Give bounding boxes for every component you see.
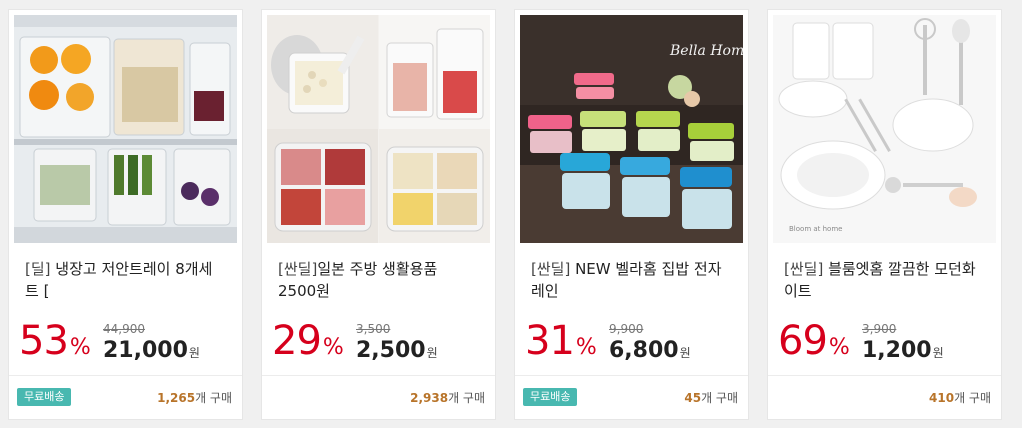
sale-price: 2,500원 xyxy=(356,338,438,363)
sale-price: 21,000원 xyxy=(103,338,200,363)
product-card[interactable]: [싼딜]일본 주방 생활용품 2500원 29% 3,500 2,500원 2,… xyxy=(261,9,496,420)
brand-logo: Bella Home xyxy=(669,43,743,59)
sale-price: 6,800원 xyxy=(609,338,691,363)
product-title[interactable]: [싼딜] NEW 벨라홈 집밥 전자레인 xyxy=(531,258,731,302)
original-price: 3,500 xyxy=(356,322,391,336)
discount-rate: 29% xyxy=(272,318,344,364)
original-price: 9,900 xyxy=(609,322,644,336)
price-box: 31% 9,900 6,800원 xyxy=(525,313,745,373)
deal-tag: [싼딜] xyxy=(784,260,824,278)
price-box: 29% 3,500 2,500원 xyxy=(272,313,492,373)
card-footer: 무료배송 1,265개 구매 xyxy=(9,375,242,419)
product-title[interactable]: [싼딜] 블룸엣홈 깔끔한 모던화이트 xyxy=(784,258,984,302)
product-image[interactable]: Bella Home xyxy=(520,15,743,243)
original-price: 44,900 xyxy=(103,322,145,336)
original-price: 3,900 xyxy=(862,322,897,336)
product-image[interactable] xyxy=(14,15,237,243)
brand-logo: Bloom at home xyxy=(789,225,842,233)
card-footer: 410개 구매 xyxy=(768,375,1001,419)
deal-tag: [싼딜] xyxy=(278,260,318,278)
card-footer: 무료배송 45개 구매 xyxy=(515,375,748,419)
purchase-count: 45개 구매 xyxy=(684,391,738,405)
product-image[interactable]: Bloom at home xyxy=(773,15,996,243)
price-box: 53% 44,900 21,000원 xyxy=(19,313,239,373)
sale-price: 1,200원 xyxy=(862,338,944,363)
product-card[interactable]: Bloom at home [싼딜] 블룸엣홈 깔끔한 모던화이트 69% 3,… xyxy=(767,9,1002,420)
purchase-count: 1,265개 구매 xyxy=(157,391,232,405)
discount-rate: 69% xyxy=(778,318,850,364)
deal-tag: [딜] xyxy=(25,260,51,278)
purchase-count: 2,938개 구매 xyxy=(410,391,485,405)
product-title[interactable]: [딜] 냉장고 저안트레이 8개세트 [ xyxy=(25,258,225,302)
product-card[interactable]: [딜] 냉장고 저안트레이 8개세트 [ 53% 44,900 21,000원 … xyxy=(8,9,243,420)
free-shipping-badge: 무료배송 xyxy=(523,388,578,406)
product-card[interactable]: Bella Home [싼딜] xyxy=(514,9,749,420)
product-title[interactable]: [싼딜]일본 주방 생활용품 2500원 xyxy=(278,258,478,302)
deal-tag: [싼딜] xyxy=(531,260,571,278)
title-text: 냉장고 저안트레이 8개세트 [ xyxy=(25,260,213,300)
purchase-count: 410개 구매 xyxy=(929,391,991,405)
product-image[interactable] xyxy=(267,15,490,243)
card-footer: 2,938개 구매 xyxy=(262,375,495,419)
discount-rate: 53% xyxy=(19,318,91,364)
discount-rate: 31% xyxy=(525,318,597,364)
product-grid: [딜] 냉장고 저안트레이 8개세트 [ 53% 44,900 21,000원 … xyxy=(0,0,1022,428)
free-shipping-badge: 무료배송 xyxy=(17,388,72,406)
price-box: 69% 3,900 1,200원 xyxy=(778,313,998,373)
